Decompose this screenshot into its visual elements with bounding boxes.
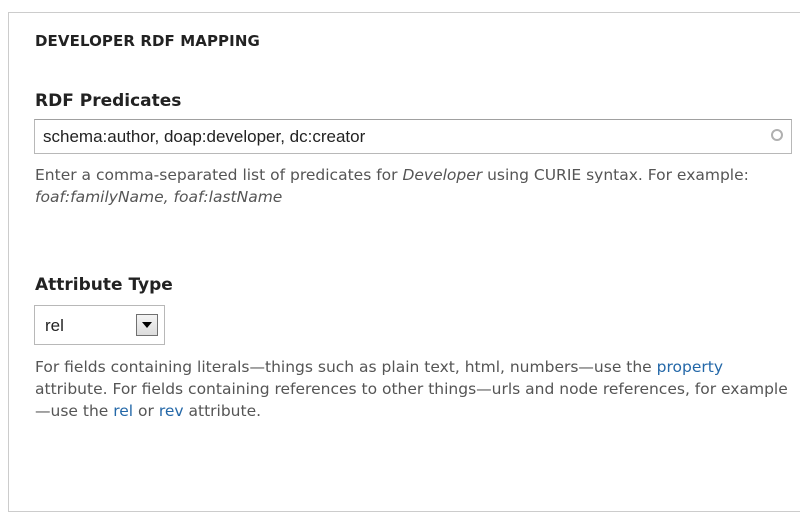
rev-link[interactable]: rev xyxy=(159,402,184,420)
attribute-type-label: Attribute Type xyxy=(35,275,173,295)
predicates-desc-text-1: Enter a comma-separated list of predicat… xyxy=(35,166,403,184)
rel-link[interactable]: rel xyxy=(113,402,133,420)
attr-desc-text-3: attribute. xyxy=(183,402,262,420)
predicates-desc-example: foaf:familyName, foaf:lastName xyxy=(35,188,283,206)
rdf-predicates-value: schema:author, doap:developer, dc:creato… xyxy=(43,127,366,146)
property-link[interactable]: property xyxy=(657,358,723,376)
attr-desc-or: or xyxy=(133,402,159,420)
rdf-predicates-input[interactable]: schema:author, doap:developer, dc:creato… xyxy=(34,119,792,154)
fieldset-legend: DEVELOPER RDF MAPPING xyxy=(35,32,260,50)
chevron-down-icon xyxy=(142,322,152,328)
attribute-type-select[interactable]: rel xyxy=(34,305,165,345)
dropdown-arrow-button[interactable] xyxy=(136,314,158,336)
attribute-type-description: For fields containing literals—things su… xyxy=(35,356,795,422)
predicates-desc-text-2: using CURIE syntax. For example: xyxy=(482,166,749,184)
attribute-type-selected-value: rel xyxy=(45,316,64,335)
attr-desc-text-1: For fields containing literals—things su… xyxy=(35,358,657,376)
rdf-predicates-description: Enter a comma-separated list of predicat… xyxy=(35,164,755,208)
rdf-mapping-fieldset xyxy=(8,12,800,512)
predicates-desc-bundle: Developer xyxy=(402,166,483,184)
rdf-predicates-label: RDF Predicates xyxy=(35,91,182,111)
autocomplete-throbber-icon xyxy=(771,129,783,141)
